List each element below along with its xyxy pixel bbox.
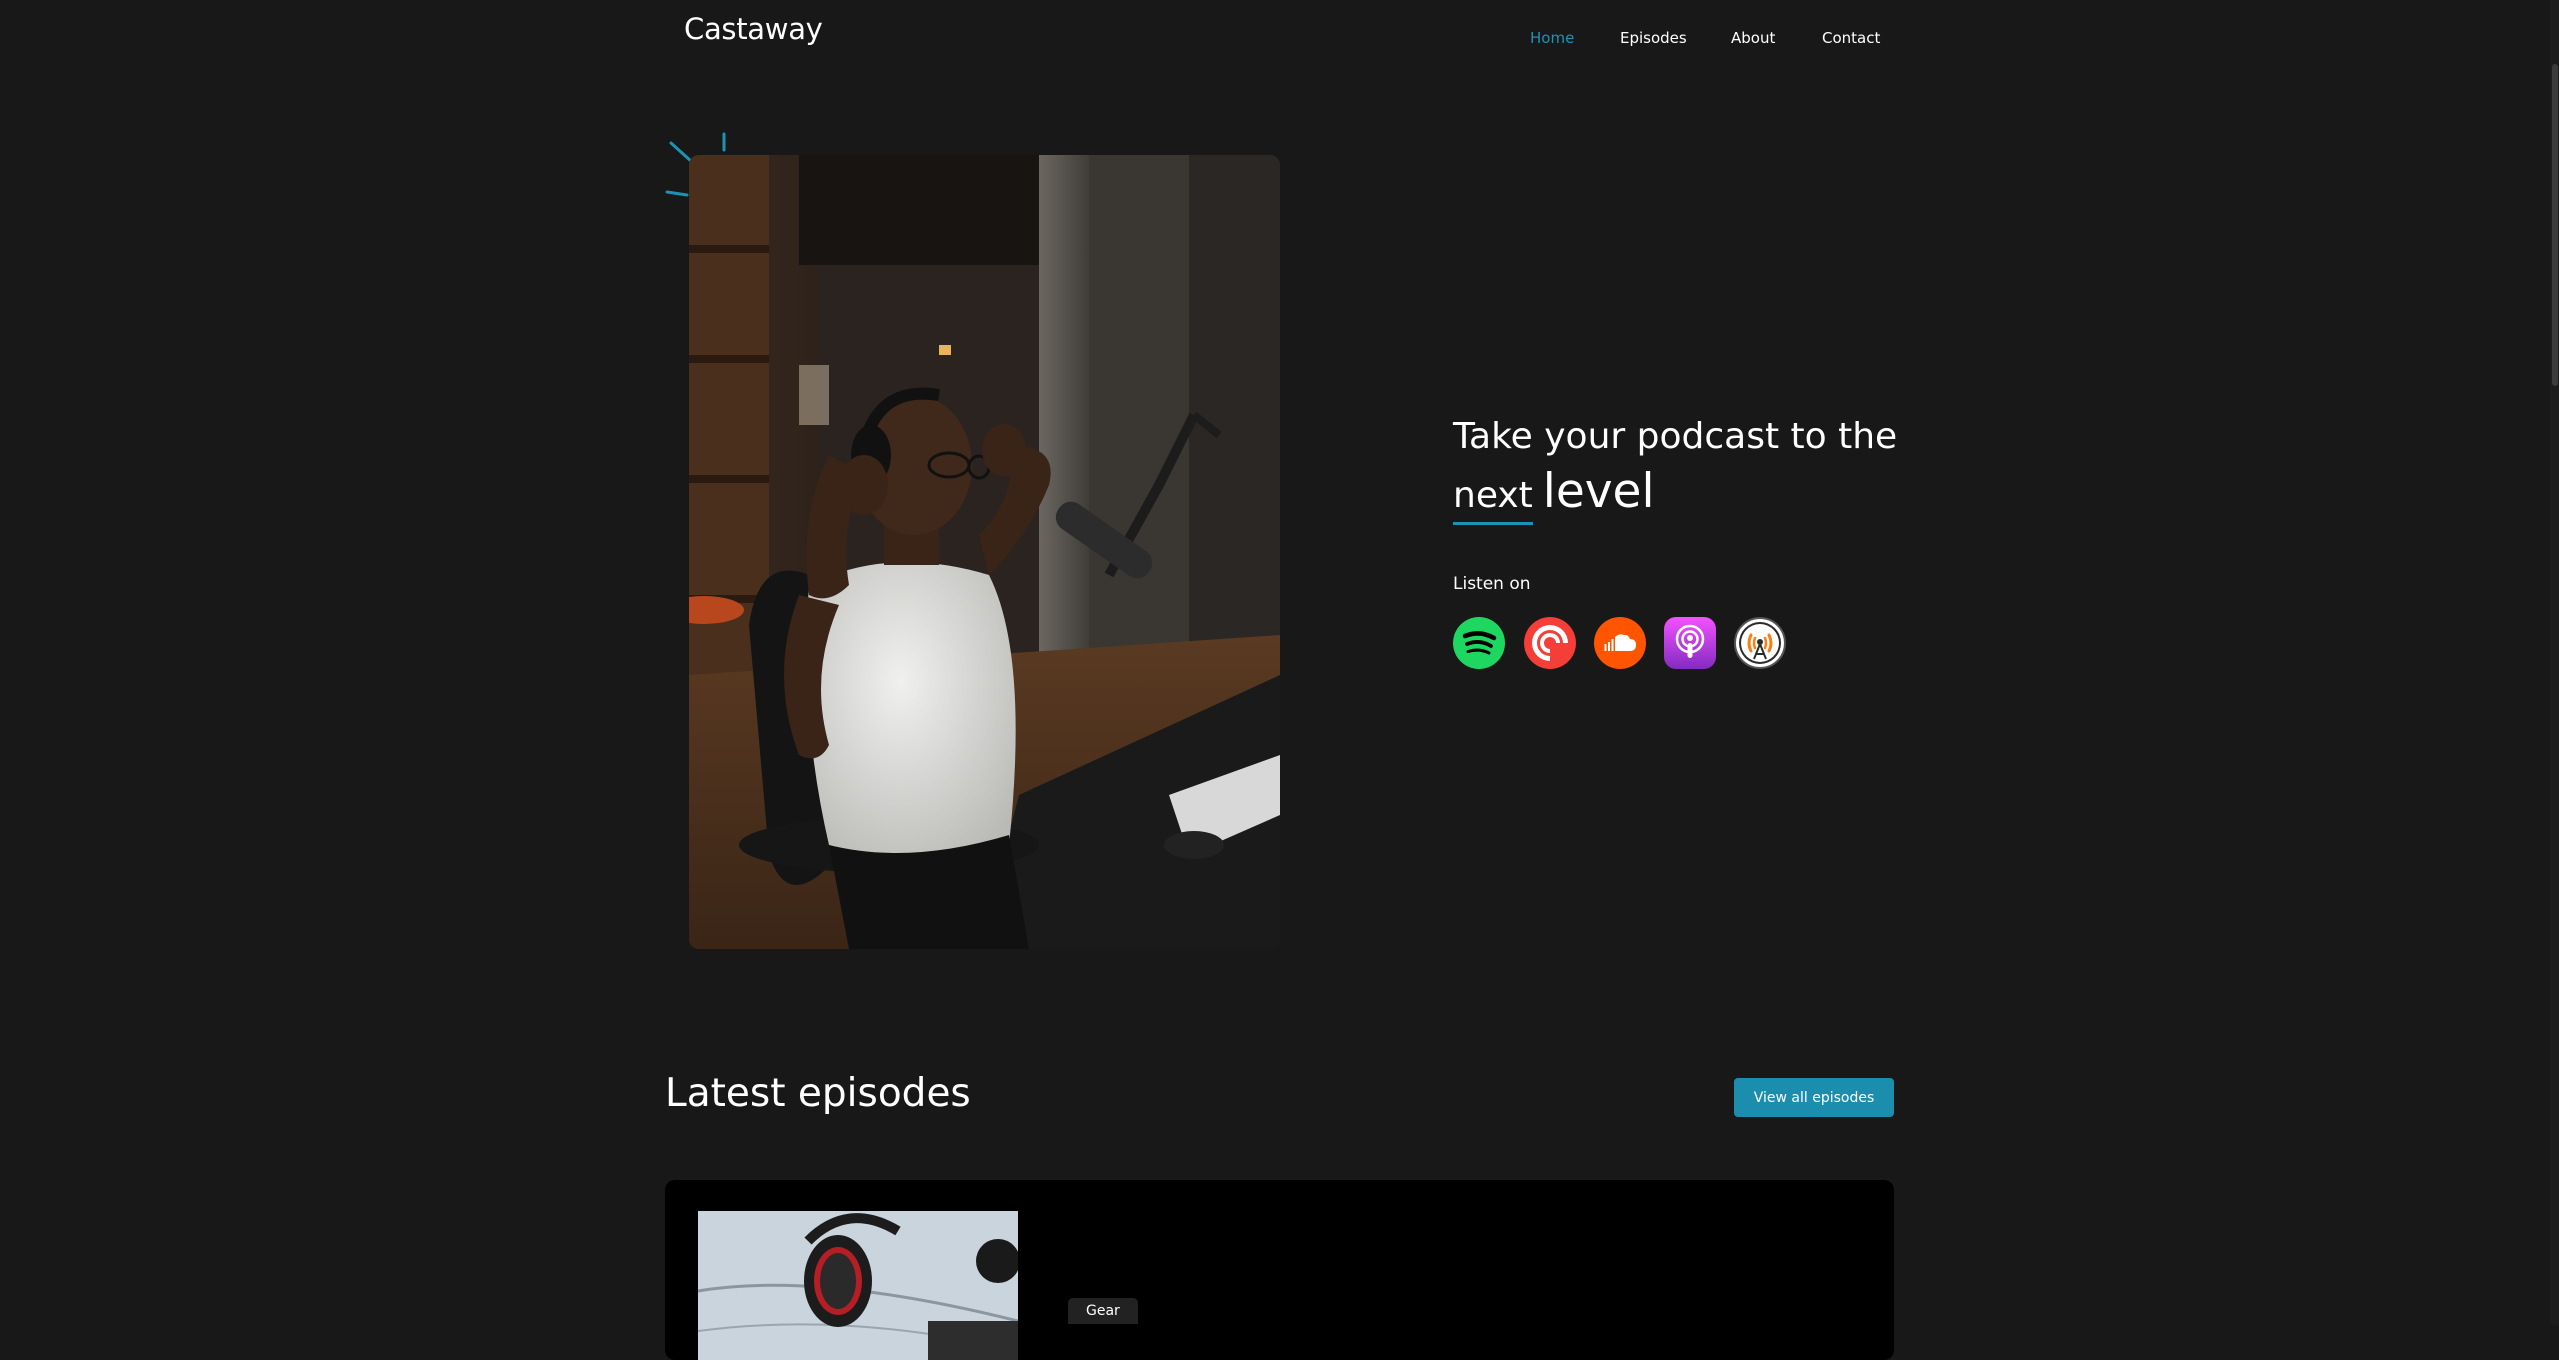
view-all-episodes-button[interactable]: View all episodes	[1734, 1078, 1894, 1117]
soundcloud-link[interactable]	[1594, 617, 1646, 669]
nav-about-link[interactable]: About	[1731, 29, 1775, 47]
spotify-link[interactable]	[1453, 617, 1505, 669]
nav-home-link[interactable]: Home	[1530, 29, 1574, 47]
episode-category-tag[interactable]: Gear	[1068, 1298, 1138, 1324]
listen-on-label: Listen on	[1453, 574, 1531, 594]
soundcloud-icon	[1594, 617, 1646, 669]
nav-contact-link[interactable]: Contact	[1822, 29, 1880, 47]
apple-podcasts-link[interactable]	[1664, 617, 1716, 669]
episode-thumbnail	[698, 1211, 1018, 1360]
overcast-link[interactable]	[1734, 617, 1786, 669]
latest-episodes-title: Latest episodes	[665, 1071, 971, 1116]
apple-podcasts-icon	[1664, 617, 1716, 669]
hero-heading-line1: Take your podcast to the	[1453, 416, 1898, 457]
main-nav: Home Episodes About Contact	[1500, 29, 1900, 49]
hero-heading: Take your podcast to the next level	[1453, 413, 1973, 525]
hero-heading-level: level	[1542, 464, 1655, 519]
pocket-casts-icon	[1524, 617, 1576, 669]
nav-episodes-link[interactable]: Episodes	[1620, 29, 1687, 47]
pocket-casts-link[interactable]	[1524, 617, 1576, 669]
site-logo[interactable]: Castaway	[684, 12, 823, 46]
hero-heading-next: next	[1453, 474, 1533, 525]
hero-podcaster-photo	[689, 155, 1280, 949]
spotify-icon	[1453, 617, 1505, 669]
overcast-icon	[1734, 617, 1786, 669]
podcast-platforms	[1453, 617, 1793, 669]
hero-heading-line2: next level	[1453, 465, 1973, 525]
scrollbar-thumb[interactable]	[2552, 64, 2558, 386]
episode-card[interactable]: Gear	[665, 1180, 1894, 1360]
